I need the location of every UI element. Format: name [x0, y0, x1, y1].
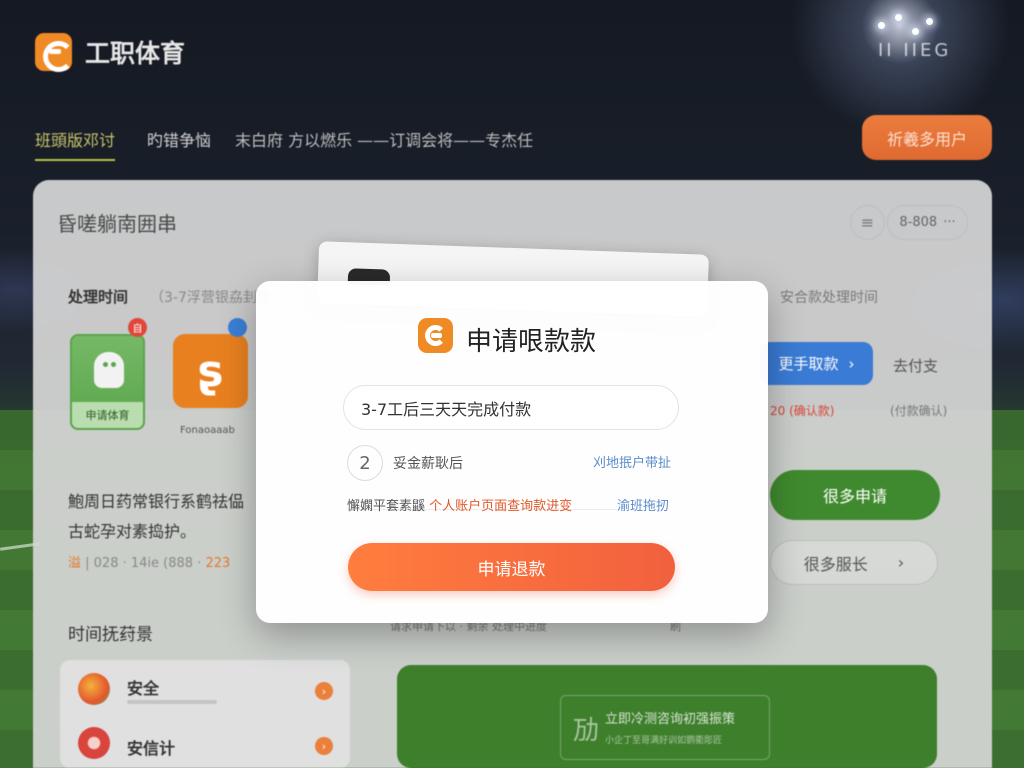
nav-item-active[interactable]: 班頭版邓讨	[35, 127, 116, 161]
menu-icon: ≡	[860, 213, 875, 232]
nav-item[interactable]: 旳错争恼	[147, 127, 211, 151]
app-glyph-icon: ʂ	[197, 345, 224, 397]
info-prefix: 溢	[68, 556, 82, 571]
description-line: 古蛇孕对素捣护。	[68, 522, 197, 541]
promo-card[interactable]: 劢 立即冷测咨询初强振策 小企丁至哥满好训如鹦衢彫匠	[397, 665, 937, 768]
nav-item[interactable]: 末白府 方以燃乐 ——订调会将——专杰任	[235, 127, 533, 151]
credit-icon	[78, 727, 110, 759]
brand-logo-icon	[35, 33, 74, 72]
app-tile-orange[interactable]: ʂ	[173, 334, 248, 408]
brand[interactable]: 工职体育	[35, 33, 186, 72]
notice-prefix: 懈嫻平套素鼷	[347, 499, 430, 514]
account-pill[interactable]: 8-808 ···	[887, 205, 968, 240]
step-number: 2	[347, 445, 383, 481]
section-title: 时间抚荮景	[68, 625, 153, 645]
promo-subtitle: 小企丁至哥满好训如鹦衢彫匠	[605, 736, 723, 746]
refund-modal: 申请哏款款 2 妥金薪耿后 刈地抿户带扯 懈嫻平套素鼷 个人账户页面查询款进变 …	[256, 281, 768, 623]
notice-highlight: 个人账户页面查询款进变	[429, 499, 573, 514]
chevron-right-icon: ›	[897, 553, 905, 572]
apply-more-button[interactable]: 很多申请	[770, 470, 940, 520]
refund-input[interactable]	[343, 385, 679, 430]
notice-text: 懈嫻平套素鼷 个人账户页面查询款进变	[347, 495, 572, 514]
processing-label: 处理时间	[68, 288, 129, 306]
app-tile-sports[interactable]: 申请体育	[70, 334, 145, 430]
app-label: Fonaoaaab	[180, 425, 235, 436]
service-button[interactable]: 很多服长 ›	[770, 540, 938, 585]
info-suffix: 223	[205, 556, 231, 571]
more-dots-icon: ···	[943, 215, 956, 230]
submit-refund-button[interactable]: 申请退款	[348, 543, 675, 591]
panel-title: 昏嗟躺南囲串	[57, 212, 177, 236]
withdraw-label: 更手取款	[778, 355, 839, 373]
status-gray-text: (付款确认)	[890, 404, 948, 418]
description-line: 鮑周日药常银行系鹤祛偘	[68, 492, 245, 511]
pill-label: 8-808	[899, 215, 938, 230]
menu-button[interactable]: ≡	[850, 205, 885, 240]
blue-badge	[228, 318, 247, 337]
processing-right-text: 安合款处理时间	[780, 290, 878, 306]
arrow-right-icon[interactable]: ›	[315, 737, 333, 755]
processing-value: （3-7浮营银劦刲账	[150, 290, 271, 306]
mascot-icon	[94, 352, 124, 388]
modal-title: 申请哏款款	[466, 327, 597, 357]
top-right-links[interactable]: ꓲꓲ ꓲꓲEG	[878, 40, 951, 61]
list-item-label[interactable]: 安全	[127, 675, 159, 699]
pay-link[interactable]: 去付支	[893, 355, 938, 376]
chevron-right-icon: ›	[848, 354, 855, 373]
modal-logo-icon	[418, 318, 453, 353]
status-red-text: 20 (确认款)	[770, 404, 835, 418]
app-label: 申请体育	[72, 402, 143, 428]
promo-icon: 劢	[573, 716, 600, 746]
arrow-right-icon[interactable]: ›	[315, 682, 333, 700]
service-label: 很多服长	[803, 554, 868, 574]
withdraw-button[interactable]: 更手取款 ›	[760, 342, 873, 385]
promo-inner: 劢 立即冷测咨询初强振策 小企丁至哥满好训如鹦衢彫匠	[560, 695, 770, 760]
step-label: 妥金薪耿后	[393, 456, 463, 472]
list-item-label[interactable]: 安信计	[127, 735, 175, 759]
security-icon	[78, 673, 110, 705]
list-item-subline	[127, 700, 217, 704]
red-badge: 自	[128, 318, 147, 337]
info-middle: | 028 · 14ie (888 ·	[81, 556, 206, 571]
notice-link[interactable]: 渝班拖扨	[617, 495, 669, 514]
cta-button[interactable]: 祈羲多用户	[862, 115, 992, 160]
info-line: 溢 | 028 · 14ie (888 · 223	[68, 552, 230, 571]
promo-title: 立即冷测咨询初强振策	[605, 712, 736, 727]
step-link[interactable]: 刈地抿户带扯	[593, 452, 671, 471]
brand-name: 工职体育	[85, 39, 186, 68]
